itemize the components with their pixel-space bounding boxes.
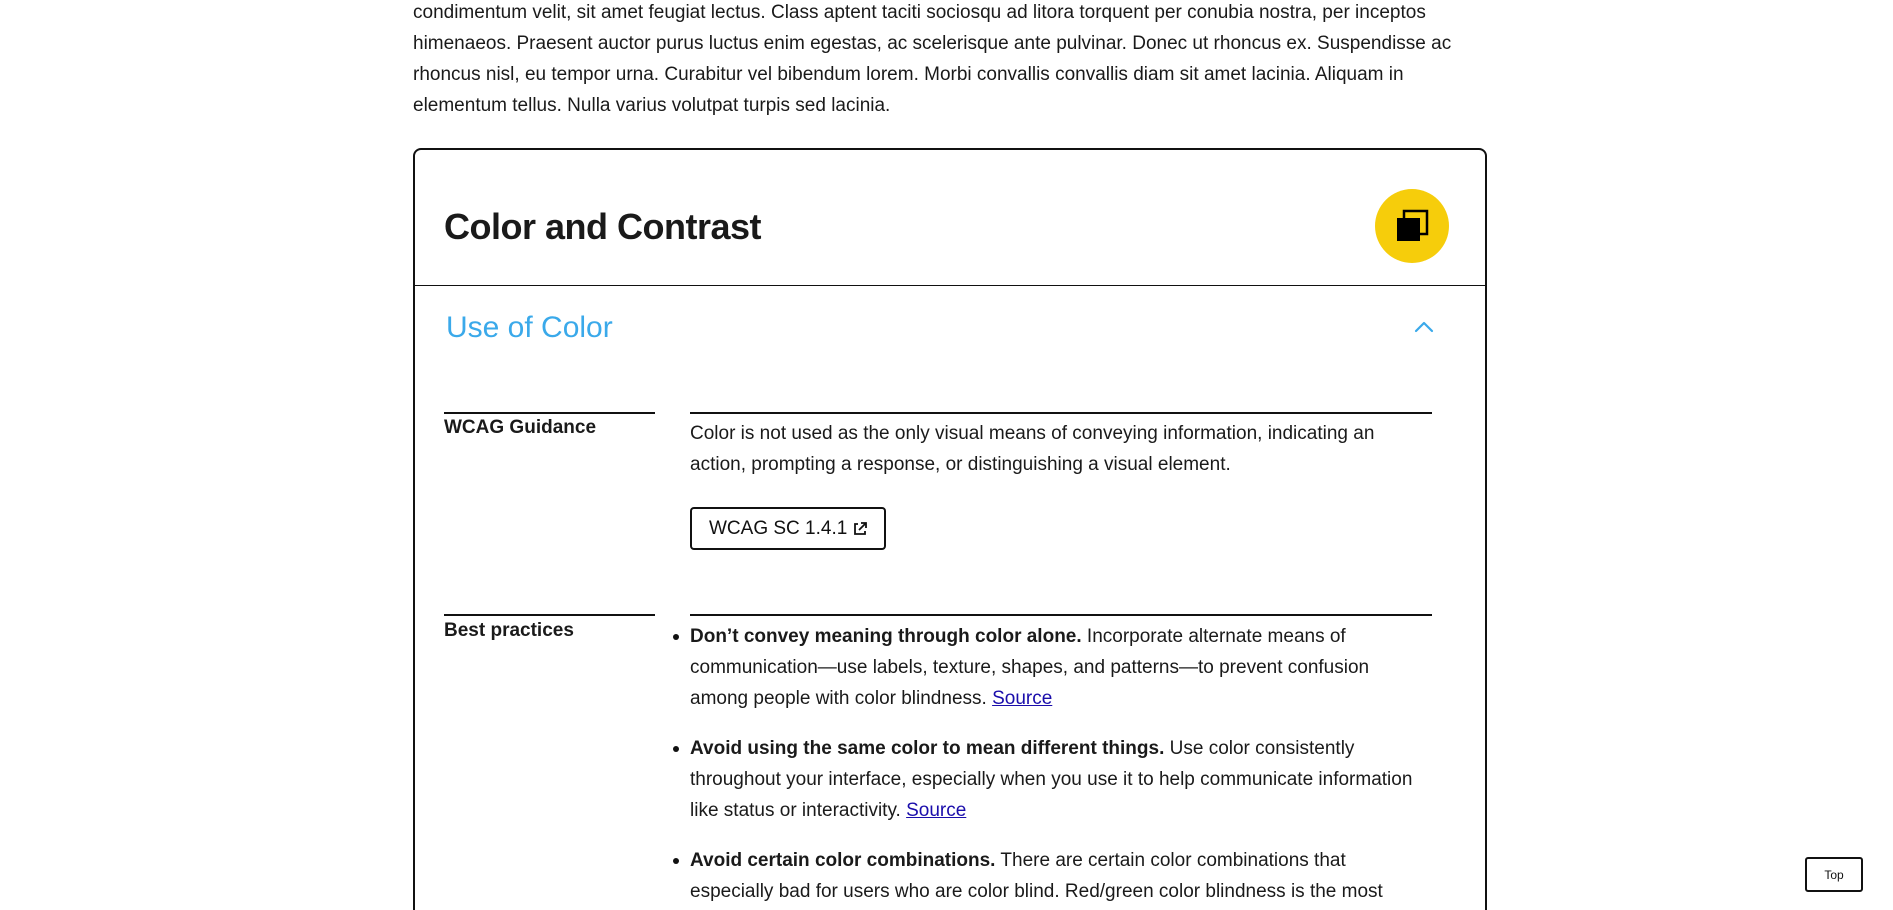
best-practices-label: Best practices xyxy=(444,620,574,641)
category-badge xyxy=(1375,189,1449,263)
divider xyxy=(444,614,655,616)
source-link[interactable]: Source xyxy=(906,800,966,821)
wcag-guidance-label: WCAG Guidance xyxy=(444,417,597,438)
divider xyxy=(444,412,655,414)
wcag-sc-link-button[interactable]: WCAG SC 1.4.1 xyxy=(690,507,887,550)
page: condimentum velit, sit amet feugiat lect… xyxy=(0,0,1893,910)
list-item: Avoid certain color combinations. There … xyxy=(673,845,1432,907)
back-to-top-button[interactable]: Top xyxy=(1805,857,1863,892)
divider xyxy=(690,412,1432,414)
list-item: Don’t convey meaning through color alone… xyxy=(673,621,1432,714)
source-link[interactable]: Source xyxy=(992,688,1052,709)
divider xyxy=(690,614,1432,616)
card-title: Color and Contrast xyxy=(444,206,762,247)
overlapping-squares-icon xyxy=(1397,209,1429,241)
card-header: Color and Contrast xyxy=(415,150,1485,286)
list-item: Avoid using the same color to mean diffe… xyxy=(673,733,1432,826)
chevron-up-icon[interactable] xyxy=(1411,314,1437,340)
item-heading: Avoid certain color combinations. xyxy=(690,850,996,871)
external-link-icon xyxy=(854,521,868,535)
accessibility-card: Color and Contrast Use of Color WCAG Gui… xyxy=(413,148,1487,910)
wcag-guidance-text: Color is not used as the only visual mea… xyxy=(690,423,1375,475)
item-heading: Don’t convey meaning through color alone… xyxy=(690,626,1082,647)
best-practices-list: Don’t convey meaning through color alone… xyxy=(673,621,1432,910)
intro-paragraph: condimentum velit, sit amet feugiat lect… xyxy=(413,2,1452,116)
item-heading: Avoid using the same color to mean diffe… xyxy=(690,738,1165,759)
wcag-button-label: WCAG SC 1.4.1 xyxy=(709,517,848,539)
section-title-use-of-color[interactable]: Use of Color xyxy=(446,310,613,346)
